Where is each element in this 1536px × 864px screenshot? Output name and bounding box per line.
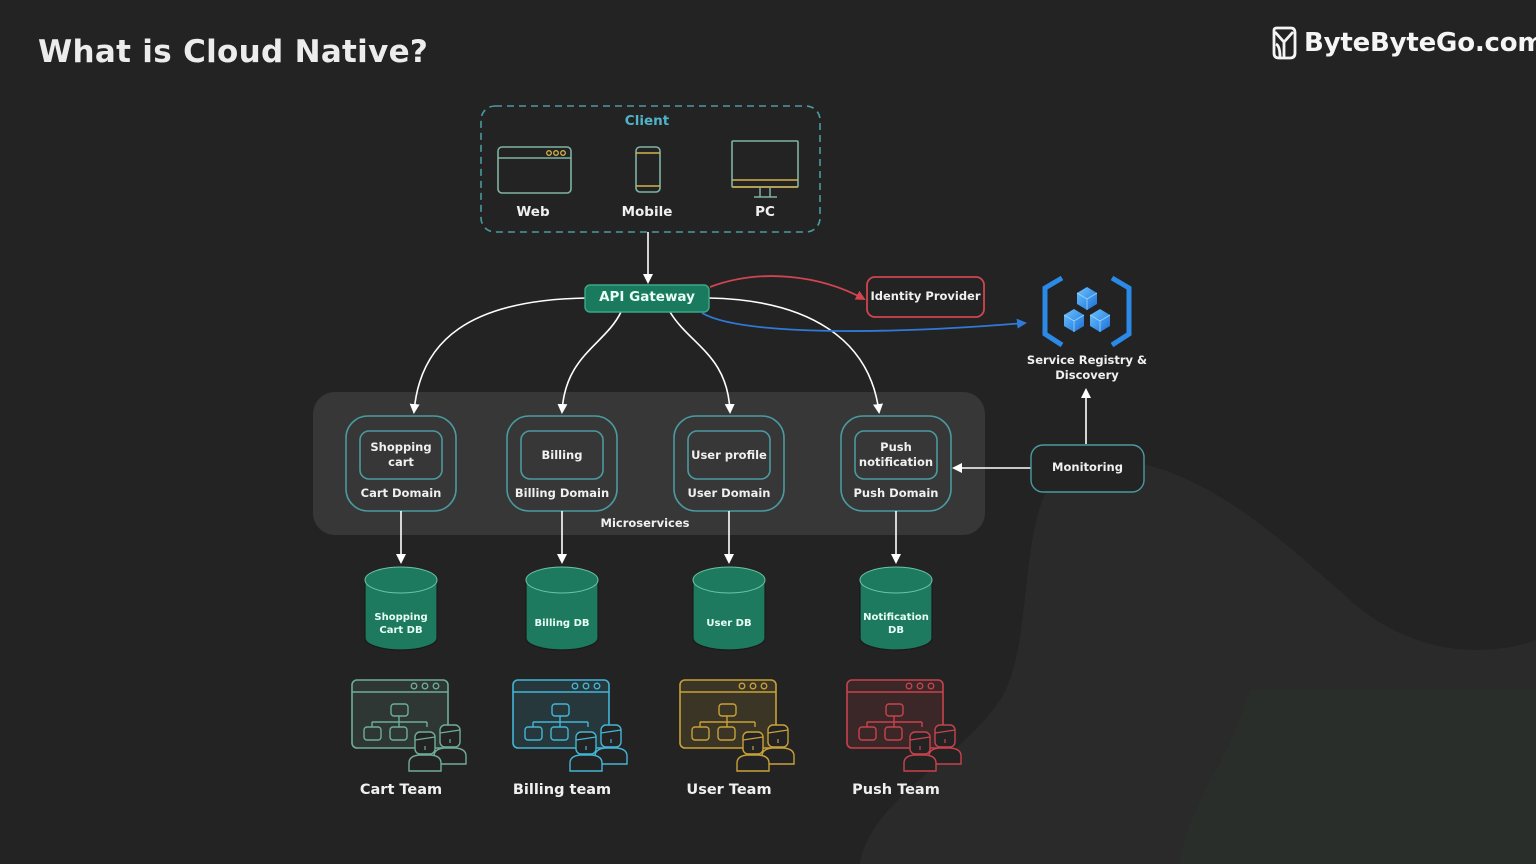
service-label[interactable]: Push: [855, 440, 937, 455]
identity-provider-label[interactable]: Identity Provider: [867, 289, 984, 304]
team-label: Push Team: [852, 782, 940, 798]
database-label: Shopping: [374, 612, 428, 623]
service-label-line2[interactable]: cart: [360, 455, 442, 470]
database-icon: [364, 566, 438, 651]
team-icon: [512, 679, 628, 772]
domain-label: Billing Domain: [514, 486, 610, 500]
database-icon: [692, 566, 766, 651]
cubes-registry-icon: [1042, 275, 1132, 348]
database-label: Billing DB: [534, 618, 590, 629]
team-label: Billing team: [512, 782, 612, 798]
database-label-line2: Cart DB: [379, 625, 423, 636]
service-label[interactable]: Shopping: [360, 440, 442, 455]
client-device-mobile[interactable]: Mobile: [607, 204, 687, 220]
domain-label: Cart Domain: [360, 486, 442, 500]
monitoring-label[interactable]: Monitoring: [1031, 460, 1144, 475]
team-label: Cart Team: [359, 782, 443, 798]
browser-window-icon: [497, 146, 572, 194]
service-label[interactable]: User profile: [688, 448, 770, 463]
registry-label-line1[interactable]: Service Registry &: [1017, 353, 1157, 368]
mobile-phone-icon: [635, 146, 661, 193]
registry-label-line2: Discovery: [1055, 368, 1119, 382]
database-label-line2: DB: [888, 625, 904, 636]
domain-label: User Domain: [687, 486, 771, 500]
gateway-to-identity-arrow: [709, 275, 866, 300]
team-icon: [679, 679, 795, 772]
team-label: User Team: [686, 782, 772, 798]
domain-label: Push Domain: [853, 486, 939, 500]
client-device-web[interactable]: Web: [493, 204, 573, 220]
client-device-pc[interactable]: PC: [725, 204, 805, 220]
desktop-monitor-icon: [731, 140, 799, 198]
database-label: User DB: [706, 618, 752, 629]
service-label[interactable]: Billing: [521, 448, 603, 463]
microservices-label: Microservices: [600, 516, 690, 530]
client-title: Client: [624, 113, 670, 129]
database-icon: [859, 566, 933, 651]
database-icon: [525, 566, 599, 651]
service-label-line2[interactable]: notification: [855, 455, 937, 470]
api-gateway-label[interactable]: API Gateway: [585, 289, 709, 305]
diagram-canvas: [313, 105, 1145, 772]
team-icon: [846, 679, 962, 772]
database-label: Notification: [863, 612, 929, 623]
team-icon: [351, 679, 467, 772]
